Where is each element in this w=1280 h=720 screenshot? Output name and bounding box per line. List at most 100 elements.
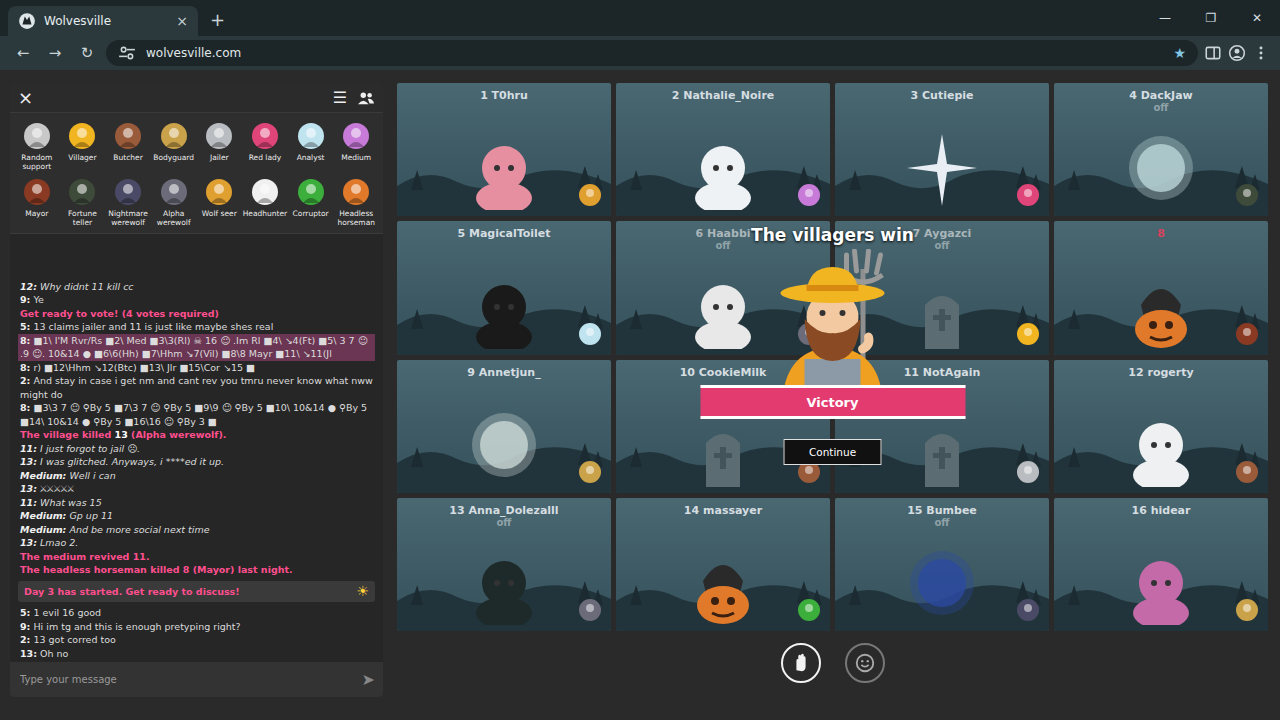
decor-shape <box>1236 184 1258 206</box>
player-name: 3 Cutiepie <box>911 83 974 102</box>
message-text: I was glitched. Anyways, i ****ed it up. <box>40 456 224 467</box>
new-tab-button[interactable]: + <box>198 9 237 36</box>
decor-shape <box>1206 47 1220 58</box>
message-text: Oh no <box>40 648 68 659</box>
player-card[interactable]: 2 Nathalie_Noire <box>616 83 830 216</box>
role-icon <box>67 121 97 151</box>
chat-message: 11: I just forgot to jail ☹. <box>18 442 375 456</box>
window-control[interactable]: ❐ <box>1188 0 1234 36</box>
chat-message: 5: 13 claims jailer and 11 is just like … <box>18 320 375 334</box>
continue-button[interactable]: Continue <box>784 439 881 465</box>
role-item[interactable]: Mayor <box>14 177 60 227</box>
close-button[interactable]: × <box>18 87 33 108</box>
decor-shape <box>1243 189 1251 197</box>
decor-shape <box>303 142 319 147</box>
role-item[interactable]: Bodyguard <box>151 121 197 171</box>
send-button[interactable]: ➤ <box>362 670 375 689</box>
decor-shape <box>115 179 141 205</box>
role-icon <box>341 121 371 151</box>
system-message: The medium revived 11. <box>18 550 375 564</box>
role-item[interactable]: Alpha werewolf <box>151 177 197 227</box>
role-icon <box>159 121 189 151</box>
role-item[interactable]: Corruptor <box>288 177 334 227</box>
role-item[interactable]: Fortune teller <box>60 177 106 227</box>
player-card[interactable]: 14 massayer <box>616 498 830 631</box>
role-item[interactable]: Analyst <box>288 121 334 171</box>
villager-icon <box>743 249 923 399</box>
nav-button[interactable]: ↻ <box>74 44 100 62</box>
role-item[interactable]: Red lady <box>242 121 288 171</box>
decor-shape <box>115 123 141 149</box>
message-input[interactable] <box>18 673 356 686</box>
side-panel: ×☰Random supportVillagerButcherBodyguard… <box>10 83 383 697</box>
message-text: Ye <box>33 294 43 305</box>
nav-button[interactable]: → <box>42 44 68 62</box>
role-icon <box>296 121 326 151</box>
player-card[interactable]: 4 DackJawoff <box>1054 83 1268 216</box>
chat-message: 13: Lmao 2. <box>18 536 375 550</box>
role-icon <box>1234 321 1260 347</box>
role-label: Nightmare werewolf <box>106 209 151 227</box>
window-control[interactable]: ✕ <box>1234 0 1280 36</box>
role-item[interactable]: Butcher <box>105 121 151 171</box>
action-button[interactable] <box>845 643 885 683</box>
url-field[interactable]: wolvesville.com★ <box>106 40 1198 66</box>
tab-close[interactable]: × <box>176 13 188 29</box>
profile-icon <box>1228 44 1246 62</box>
decor-shape <box>69 179 95 205</box>
decor-shape <box>933 315 951 320</box>
role-item[interactable]: Nightmare werewolf <box>105 177 151 227</box>
day-text: Day 3 has started. Get ready to discuss! <box>24 585 240 599</box>
nav-button[interactable]: ← <box>10 44 36 62</box>
window-control[interactable]: — <box>1142 0 1188 36</box>
role-item[interactable]: Medium <box>333 121 379 171</box>
player-name: 1 T0hru <box>480 83 528 102</box>
figure-avatar-icon <box>1116 403 1206 487</box>
player-card[interactable]: 13 Anna_Dolezallloff <box>397 498 611 631</box>
offline-label: off <box>935 517 950 528</box>
decor-shape <box>1017 599 1039 621</box>
decor-shape <box>805 466 813 474</box>
decor-shape <box>23 17 32 25</box>
role-label: Random support <box>14 153 59 171</box>
speaker: 5: <box>20 607 30 618</box>
speaker: 13: <box>20 648 37 659</box>
decor-shape <box>805 189 813 197</box>
player-card[interactable]: 1 T0hru <box>397 83 611 216</box>
player-card[interactable]: 3 Cutiepie <box>835 83 1049 216</box>
player-card[interactable]: 16 hidear <box>1054 498 1268 631</box>
decor-shape <box>910 551 974 615</box>
role-item[interactable]: Random support <box>14 121 60 171</box>
browser-tab[interactable]: Wolvesville × <box>8 6 198 36</box>
tab-title: Wolvesville <box>44 14 168 28</box>
role-item[interactable]: Wolf seer <box>197 177 243 227</box>
role-item[interactable]: Headhunter <box>242 177 288 227</box>
decor-shape <box>1260 57 1263 60</box>
extensions-icon <box>1204 44 1222 62</box>
role-item[interactable]: Villager <box>60 121 106 171</box>
message-text: I just forgot to jail ☹. <box>40 443 140 454</box>
system-message: Get ready to vote! (4 votes required) <box>18 307 375 321</box>
bookmark-star[interactable]: ★ <box>1173 45 1186 61</box>
panel-header: ×☰ <box>10 83 383 113</box>
sun-icon: ☀ <box>356 585 369 599</box>
role-icon <box>1015 321 1041 347</box>
player-card[interactable]: 9 Annetjun_ <box>397 360 611 493</box>
menu-button[interactable]: ☰ <box>333 88 347 107</box>
player-card[interactable]: 12 rogerty <box>1054 360 1268 493</box>
decor-shape <box>298 123 324 149</box>
role-item[interactable]: Jailer <box>197 121 243 171</box>
role-icon <box>1234 459 1260 485</box>
speaker: 12: <box>20 281 37 292</box>
player-card[interactable]: 5 MagicalToilet <box>397 221 611 354</box>
player-card[interactable]: 15 Bumbeeoff <box>835 498 1049 631</box>
site-info-icon <box>118 44 136 62</box>
player-name: 16 hidear <box>1132 498 1191 517</box>
role-icon <box>341 177 371 207</box>
player-card[interactable]: 8 <box>1054 221 1268 354</box>
action-button[interactable] <box>781 643 821 683</box>
message-text: ■1\ I'M Rvr/Rs ■2\ Med ■3\3(Rl) ☠ 16 ☺ .… <box>20 335 368 360</box>
speaker: Medium: <box>20 510 66 521</box>
role-item[interactable]: Headless horseman <box>333 177 379 227</box>
role-label: Headless horseman <box>334 209 379 227</box>
